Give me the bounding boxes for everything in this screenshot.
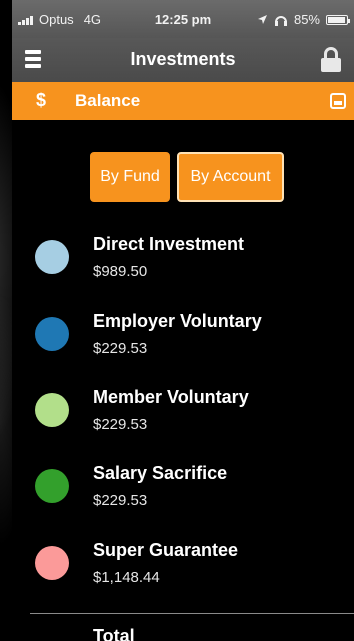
list-item[interactable]: Direct Investment $989.50 <box>12 222 354 292</box>
list-item[interactable]: Employer Voluntary $229.53 <box>12 299 354 369</box>
fund-name: Salary Sacrifice <box>93 463 228 483</box>
fund-name: Super Guarantee <box>93 540 239 560</box>
list-item[interactable]: Member Voluntary $229.53 <box>12 375 354 445</box>
total-label: Total <box>93 626 135 641</box>
by-fund-button[interactable]: By Fund <box>90 152 170 202</box>
fund-amount: $989.50 <box>93 263 148 280</box>
battery-icon <box>326 14 350 25</box>
balance-section-header[interactable]: $ Balance <box>12 82 354 120</box>
headphones-icon <box>274 15 287 26</box>
fund-name: Member Voluntary <box>93 387 249 407</box>
battery-percent: 85% <box>293 12 320 27</box>
lock-icon[interactable] <box>316 44 348 76</box>
fund-amount: $229.53 <box>93 340 148 357</box>
balance-label: Balance <box>75 91 141 110</box>
fund-color-dot <box>35 317 69 351</box>
status-right: 85% <box>257 12 350 27</box>
divider <box>30 613 354 614</box>
fund-amount: $1,148.44 <box>93 569 160 586</box>
view-toggle: By Fund By Account <box>12 150 354 202</box>
location-arrow-icon <box>257 15 267 24</box>
by-account-button[interactable]: By Account <box>177 152 284 202</box>
fund-color-dot <box>35 240 69 274</box>
status-bar: Optus 4G 12:25 pm 85% <box>12 0 354 38</box>
list-item[interactable]: Super Guarantee $1,148.44 <box>12 528 354 598</box>
dollar-icon: $ <box>36 90 47 110</box>
list-item[interactable]: Salary Sacrifice $229.53 <box>12 451 354 521</box>
fund-color-dot <box>35 469 69 503</box>
page-title: Investments <box>130 49 236 69</box>
fund-amount: $229.53 <box>93 416 148 433</box>
app-header: Investments <box>12 38 354 82</box>
fund-amount: $229.53 <box>93 492 148 509</box>
fund-name: Direct Investment <box>93 234 245 254</box>
fund-color-dot <box>35 393 69 427</box>
fund-color-dot <box>35 546 69 580</box>
collapse-icon[interactable] <box>330 93 346 109</box>
app-screen: Optus 4G 12:25 pm 85% Investments $ Bala… <box>12 0 354 641</box>
fund-name: Employer Voluntary <box>93 311 262 331</box>
